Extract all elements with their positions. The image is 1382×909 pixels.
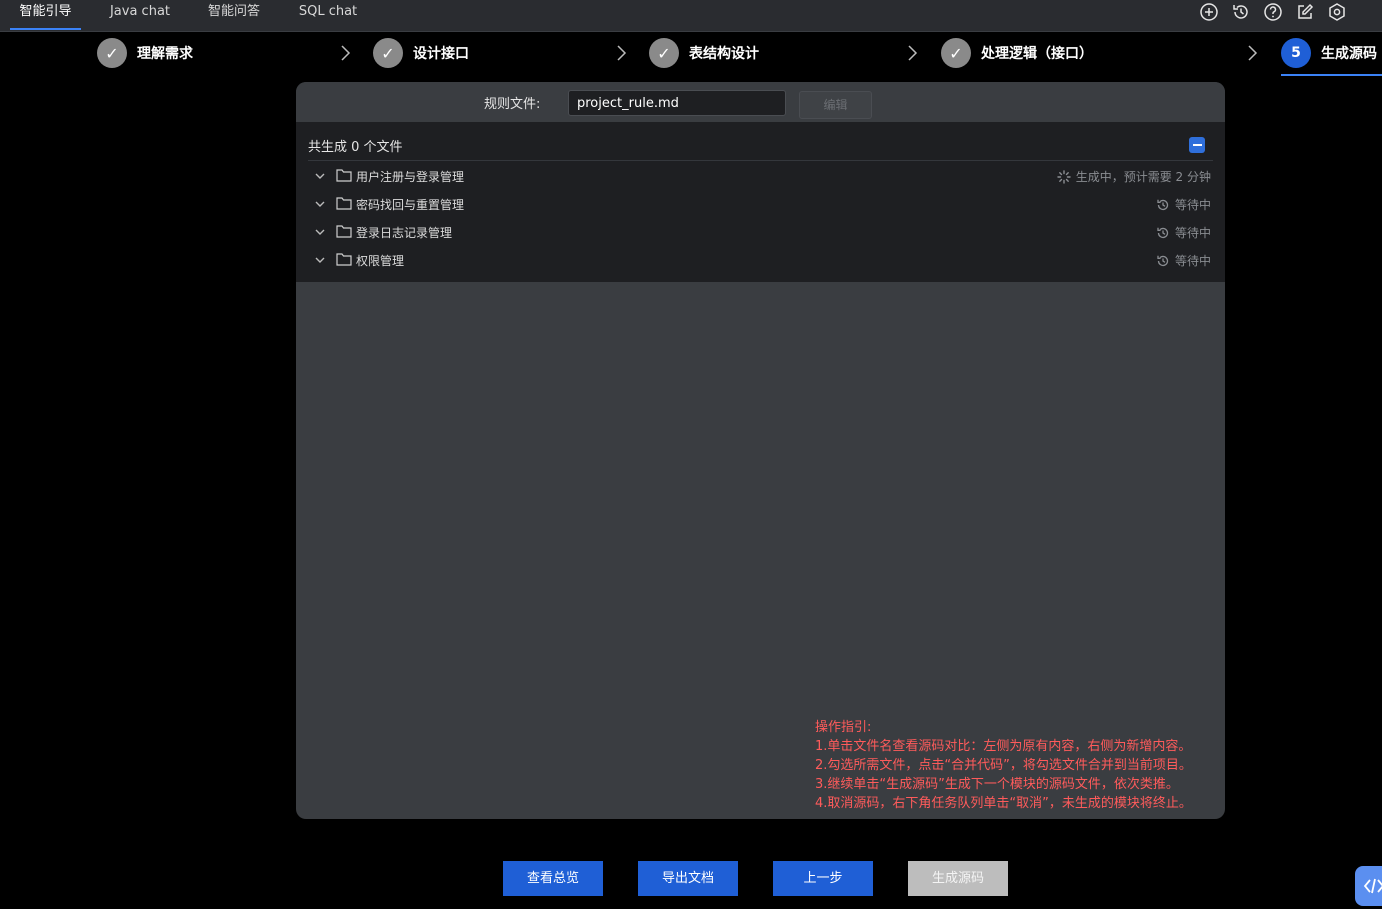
status-text: 等待中 <box>1174 226 1211 240</box>
add-circle-icon[interactable] <box>1199 2 1219 22</box>
export-document-button[interactable]: 导出文档 <box>638 861 738 896</box>
status-generating: 生成中，预计需要 2 分钟 <box>1057 168 1211 185</box>
step-done-check: ✓ <box>373 38 403 68</box>
rule-file-label: 规则文件: <box>484 97 541 112</box>
step-understand-requirements: ✓ 理解需求 <box>97 37 193 69</box>
chevron-down-icon[interactable] <box>314 170 326 182</box>
step-generate-source: 5 生成源码 <box>1281 37 1377 69</box>
history-icon <box>1157 255 1169 266</box>
history-icon <box>1157 227 1169 238</box>
step-process-logic: ✓ 处理逻辑（接口） <box>941 37 1093 69</box>
status-text: 等待中 <box>1174 254 1211 268</box>
list-item[interactable]: 登录日志记录管理 等待中 <box>296 218 1225 246</box>
chevron-right-icon <box>1248 45 1258 61</box>
step-label: 理解需求 <box>137 46 193 62</box>
status-text: 生成中，预计需要 2 分钟 <box>1075 170 1211 184</box>
guide-line: 2.勾选所需文件，点击“合并代码”，将勾选文件合并到当前项目。 <box>815 758 1192 773</box>
history-icon[interactable] <box>1231 2 1251 22</box>
help-icon[interactable] <box>1263 2 1283 22</box>
chevron-down-icon[interactable] <box>314 226 326 238</box>
folder-icon <box>336 225 352 238</box>
view-overview-button[interactable]: 查看总览 <box>503 861 603 896</box>
tab-smart-guide[interactable]: 智能引导 <box>10 0 81 31</box>
tab-smart-qa[interactable]: 智能问答 <box>200 0 268 31</box>
guide-line: 1.单击文件名查看源码对比：左侧为原有内容，右侧为新增内容。 <box>815 739 1192 754</box>
status-waiting: 等待中 <box>1156 224 1211 241</box>
previous-step-button[interactable]: 上一步 <box>773 861 873 896</box>
code-icon[interactable] <box>1355 866 1382 906</box>
status-waiting: 等待中 <box>1156 252 1211 269</box>
file-list: 共生成 0 个文件 用户注册与登录管理 生成中，预计需要 2 分钟 密码找回与重… <box>296 122 1225 282</box>
guide-line: 3.继续单击“生成源码”生成下一个模块的源码文件，依次类推。 <box>815 777 1179 792</box>
tab-sql-chat[interactable]: SQL chat <box>292 0 364 31</box>
generation-panel: 规则文件: project_rule.md 编辑 共生成 0 个文件 用户注册与… <box>296 82 1225 819</box>
folder-icon <box>336 169 352 182</box>
step-current-number: 5 <box>1281 38 1311 68</box>
current-step-underline <box>1281 74 1382 76</box>
step-done-check: ✓ <box>941 38 971 68</box>
list-item[interactable]: 权限管理 等待中 <box>296 246 1225 274</box>
status-text: 等待中 <box>1174 198 1211 212</box>
divider <box>308 160 1213 161</box>
guide-title: 操作指引: <box>815 720 872 735</box>
module-name[interactable]: 登录日志记录管理 <box>356 224 452 241</box>
history-icon <box>1157 199 1169 210</box>
edit-rule-button[interactable]: 编辑 <box>799 91 872 119</box>
rule-file-row: 规则文件: project_rule.md 编辑 <box>296 82 1225 122</box>
step-done-check: ✓ <box>97 38 127 68</box>
edit-icon[interactable] <box>1295 2 1315 22</box>
step-label: 设计接口 <box>413 46 469 62</box>
module-name[interactable]: 密码找回与重置管理 <box>356 196 464 213</box>
rule-file-input[interactable]: project_rule.md <box>568 90 786 116</box>
list-item[interactable]: 密码找回与重置管理 等待中 <box>296 190 1225 218</box>
step-design-interface: ✓ 设计接口 <box>373 37 469 69</box>
generate-source-button[interactable]: 生成源码 <box>908 861 1008 896</box>
module-name[interactable]: 权限管理 <box>356 252 404 269</box>
chevron-down-icon[interactable] <box>314 254 326 266</box>
folder-icon <box>336 253 352 266</box>
settings-icon[interactable] <box>1327 2 1347 22</box>
step-table-design: ✓ 表结构设计 <box>649 37 759 69</box>
file-count-summary: 共生成 0 个文件 <box>308 140 403 155</box>
list-item[interactable]: 用户注册与登录管理 生成中，预计需要 2 分钟 <box>296 162 1225 190</box>
step-label: 表结构设计 <box>689 46 759 62</box>
step-label: 生成源码 <box>1321 46 1377 62</box>
chevron-down-icon[interactable] <box>314 198 326 210</box>
folder-icon <box>336 197 352 210</box>
loading-spinner-icon <box>1057 169 1071 184</box>
collapse-all-checkbox[interactable] <box>1189 137 1205 153</box>
step-label: 处理逻辑（接口） <box>981 46 1093 62</box>
status-waiting: 等待中 <box>1156 196 1211 213</box>
guide-line: 4.取消源码，右下角任务队列单击“取消”，未生成的模块将终止。 <box>815 796 1192 811</box>
tab-java-chat[interactable]: Java chat <box>104 0 176 31</box>
top-tab-bar: 智能引导 Java chat 智能问答 SQL chat <box>0 0 1382 32</box>
chevron-right-icon <box>341 45 351 61</box>
chevron-right-icon <box>617 45 627 61</box>
operation-guide: 操作指引: 1.单击文件名查看源码对比：左侧为原有内容，右侧为新增内容。 2.勾… <box>815 718 1192 813</box>
module-name[interactable]: 用户注册与登录管理 <box>356 168 464 185</box>
step-done-check: ✓ <box>649 38 679 68</box>
chevron-right-icon <box>908 45 918 61</box>
